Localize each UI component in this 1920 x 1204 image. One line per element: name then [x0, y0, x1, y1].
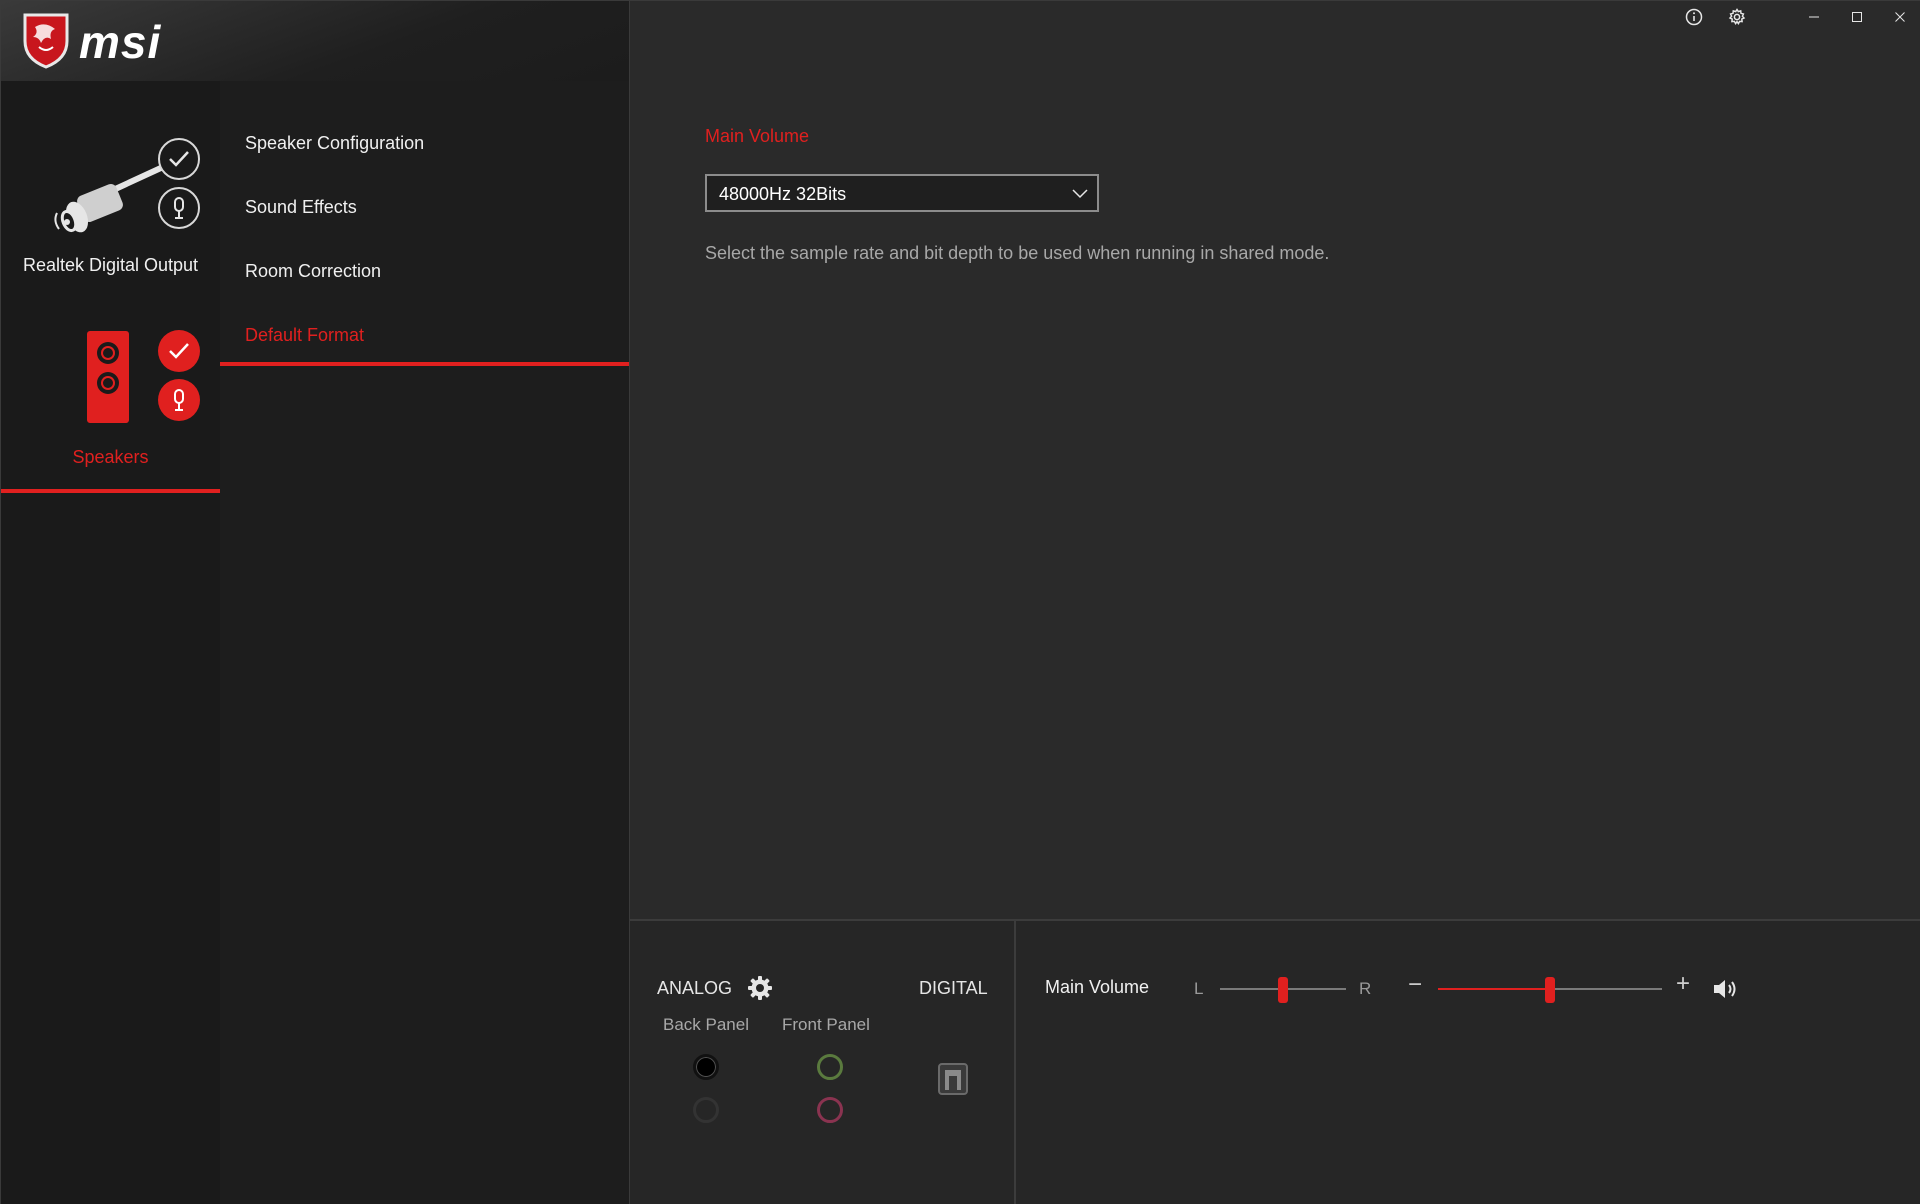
digital-plug-icon [54, 164, 166, 233]
settings-button[interactable] [1715, 1, 1758, 33]
balance-right-label: R [1359, 979, 1372, 998]
speaker-volume-icon [1714, 980, 1736, 998]
back-panel-jack-black[interactable] [693, 1054, 719, 1080]
settings-menu: Speaker Configuration Sound Effects Room… [220, 81, 629, 1204]
jack-panel: ANALOG DIGITAL Back Panel Front Panel [630, 921, 1016, 1204]
front-panel-jack-pink[interactable] [817, 1097, 843, 1123]
default-format-select[interactable]: 48000Hz 32Bits [705, 174, 1099, 212]
chevron-down-icon [1072, 189, 1088, 199]
close-button[interactable] [1878, 1, 1920, 33]
close-icon [1894, 12, 1905, 22]
menu-item-room-correction[interactable]: Room Correction [245, 261, 381, 282]
analog-label: ANALOG [657, 978, 733, 998]
volume-up-button[interactable]: + [1676, 970, 1690, 998]
default-device-check-icon [158, 138, 200, 180]
menu-item-default-format[interactable]: Default Format [245, 325, 364, 346]
device-speakers[interactable]: Speakers [1, 321, 220, 496]
info-button[interactable] [1672, 1, 1715, 33]
selected-device-indicator [1, 489, 220, 493]
volume-down-button[interactable]: − [1408, 971, 1422, 999]
maximize-icon [1851, 12, 1862, 22]
speaker-icon [87, 331, 129, 423]
menu-item-speaker-configuration[interactable]: Speaker Configuration [245, 133, 424, 154]
main-panel: Main Volume 48000Hz 32Bits Select the sa… [629, 1, 1920, 919]
active-menu-indicator [220, 362, 629, 366]
device-realtek-digital-output[interactable]: Realtek Digital Output [1, 131, 220, 291]
bottom-panel: ANALOG DIGITAL Back Panel Front Panel Ma… [629, 919, 1920, 1204]
back-panel-label: Back Panel [663, 1015, 749, 1034]
digital-label: DIGITAL [919, 978, 988, 998]
minimize-icon [1808, 16, 1819, 18]
front-panel-label: Front Panel [782, 1015, 870, 1034]
main-volume-label: Main Volume [1045, 977, 1150, 997]
msi-logo: msi [21, 11, 211, 71]
balance-left-label: L [1194, 979, 1204, 998]
back-panel-jack-grey[interactable] [693, 1097, 719, 1123]
volume-slider-thumb[interactable] [1545, 977, 1555, 1003]
window-controls [1672, 1, 1920, 33]
format-description: Select the sample rate and bit depth to … [705, 243, 1330, 263]
gear-icon [748, 976, 772, 1000]
settings-icon [1728, 8, 1745, 25]
device-name: Realtek Digital Output [22, 255, 199, 275]
balance-slider-thumb[interactable] [1278, 977, 1288, 1003]
mute-button[interactable] [1712, 977, 1740, 1001]
device-name: Speakers [72, 447, 149, 467]
app-window: msi Realtek Digital Output Speakers Spea… [0, 0, 1920, 1204]
logo-header: msi [1, 1, 629, 81]
select-value: 48000Hz 32Bits [719, 184, 847, 204]
default-communication-mic-icon [158, 379, 200, 421]
maximize-button[interactable] [1835, 1, 1878, 33]
logo-text: msi [79, 16, 162, 68]
spdif-port-icon [938, 1063, 968, 1095]
analog-settings-button[interactable] [747, 975, 773, 1001]
default-device-check-icon [158, 330, 200, 372]
volume-slider-fill [1438, 988, 1550, 990]
minimize-button[interactable] [1792, 1, 1835, 33]
info-icon [1685, 8, 1702, 26]
section-title: Main Volume [705, 126, 810, 146]
default-communication-mic-icon [158, 187, 200, 229]
menu-item-sound-effects[interactable]: Sound Effects [245, 197, 357, 218]
front-panel-jack-green[interactable] [817, 1054, 843, 1080]
msi-dragon-shield-icon [23, 13, 69, 69]
